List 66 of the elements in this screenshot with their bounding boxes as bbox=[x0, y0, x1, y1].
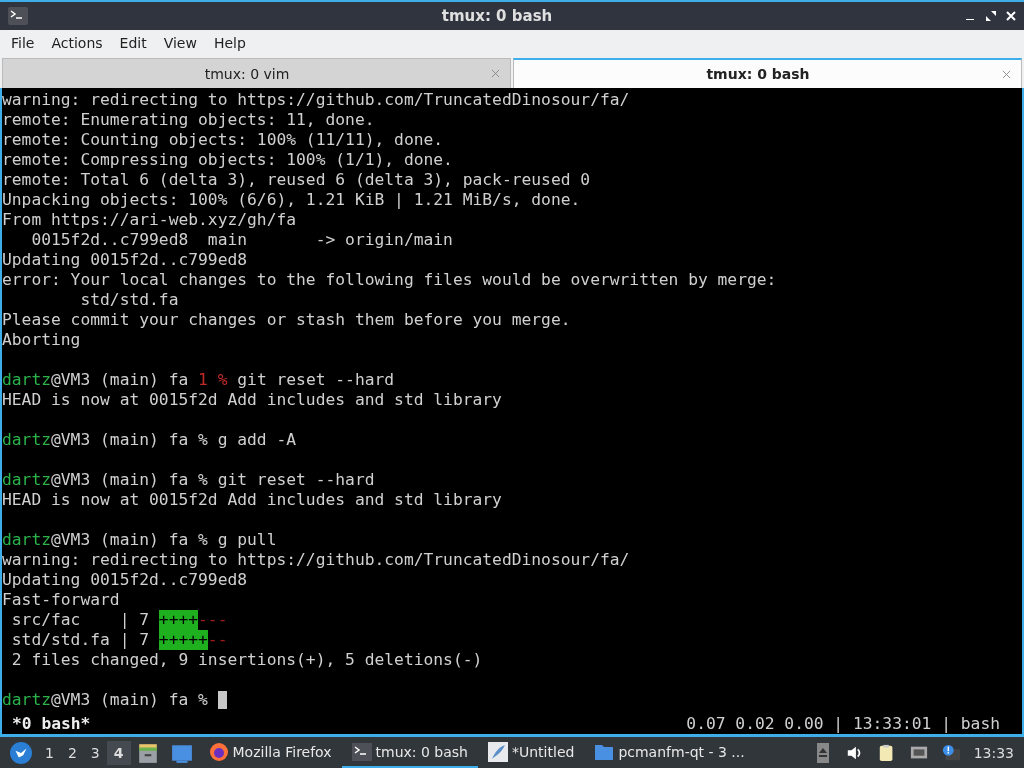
notification-icon[interactable] bbox=[941, 742, 960, 763]
terminal-text: remote: Counting objects: 100% (11/11), done. bbox=[2, 130, 444, 150]
text-cursor bbox=[217, 691, 227, 709]
terminal-text: Unpacking objects: 100% (6/6), 1.21 KiB | 1.21 MiB/s, done. bbox=[2, 190, 581, 210]
tmux-status-info: 0.07 0.02 0.00 | 13:33:01 | bash bbox=[686, 714, 1000, 734]
terminal-text: dartz bbox=[2, 690, 51, 710]
menu-item[interactable]: Help bbox=[206, 33, 253, 53]
terminal-text: remote: Total 6 (delta 3), reused 6 (delta 3), pack-reused 0 bbox=[2, 170, 591, 190]
tab[interactable]: tmux: 0 bash bbox=[513, 58, 1022, 88]
terminal-text: Updating 0015f2d..c799ed8 bbox=[2, 570, 248, 590]
window-title: tmux: 0 bash bbox=[440, 7, 554, 25]
terminal-text: HEAD is now at 0015f2d Add includes and std library bbox=[2, 390, 502, 410]
terminal-text: dartz bbox=[2, 430, 51, 450]
terminal-text: 0015f2d..c799ed8 main -> origin/main bbox=[30, 230, 453, 250]
tab[interactable]: tmux: 0 vim bbox=[2, 58, 511, 88]
terminal-icon bbox=[8, 7, 28, 25]
workspace-button[interactable]: 4 bbox=[106, 740, 131, 765]
terminal-text: @VM3 (main) fa % git reset --hard bbox=[51, 470, 375, 490]
terminal-text: --- bbox=[198, 610, 228, 630]
menu-item[interactable]: File bbox=[4, 33, 42, 53]
quill-icon bbox=[488, 741, 508, 762]
terminal-text: std/std.fa | 7 bbox=[10, 630, 151, 650]
terminal-text: @VM3 (main) fa bbox=[51, 370, 190, 390]
terminal-text: HEAD is now at 0015f2d Add includes and std library bbox=[2, 490, 502, 510]
menu-item[interactable]: View bbox=[156, 33, 204, 53]
file-cabinet-icon[interactable] bbox=[136, 741, 159, 764]
terminal-text: error: Your local changes to the following files would be overwritten by merge: bbox=[2, 270, 777, 290]
terminal-text: From https://ari-web.xyz/gh/fa bbox=[2, 210, 297, 230]
terminal-text: ++++ bbox=[158, 610, 199, 630]
workspace-button[interactable]: 1 bbox=[38, 740, 61, 765]
terminal-text: @VM3 (main) fa % bbox=[51, 690, 208, 710]
terminal-text: Please commit your changes or stash them before you merge. bbox=[2, 310, 571, 330]
terminal-text: warning: redirecting to https://github.com/TruncatedDinosour/fa/ bbox=[2, 90, 630, 110]
terminal-text: @VM3 (main) fa % g add -A bbox=[51, 430, 297, 450]
taskbar-task[interactable]: *Untitled bbox=[478, 737, 585, 768]
tmux-window-label: *0 bash* bbox=[12, 714, 91, 734]
terminal-text: -- bbox=[207, 630, 228, 650]
menu-item[interactable]: Edit bbox=[112, 33, 154, 53]
terminal-text: 1 % bbox=[198, 370, 228, 390]
terminal-text: 2 files changed, 9 insertions(+), 5 deletions(-) bbox=[10, 650, 483, 670]
terminal-text: remote: Enumerating objects: 11, done. bbox=[2, 110, 375, 130]
taskbar-task[interactable]: pcmanfm-qt - 3 ... bbox=[584, 737, 755, 768]
terminal-text: Fast-forward bbox=[2, 590, 120, 610]
menu-item[interactable]: Actions bbox=[44, 33, 110, 53]
terminal-text: dartz bbox=[2, 370, 51, 390]
maximize-icon[interactable] bbox=[986, 11, 996, 21]
taskbar-task[interactable]: Mozilla Firefox bbox=[198, 737, 342, 768]
terminal-text: Updating 0015f2d..c799ed8 bbox=[2, 250, 248, 270]
workspace-button[interactable]: 2 bbox=[60, 740, 84, 765]
terminal-text: dartz bbox=[2, 530, 51, 550]
close-icon[interactable] bbox=[1006, 11, 1016, 21]
workspace-button[interactable]: 3 bbox=[83, 740, 107, 765]
terminal-text: remote: Compressing objects: 100% (1/1), done. bbox=[2, 150, 453, 170]
terminal-icon bbox=[351, 741, 372, 762]
terminal-text: git reset --hard bbox=[236, 370, 395, 390]
terminal-text: dartz bbox=[2, 470, 51, 490]
terminal-text: warning: redirecting to https://github.com/TruncatedDinosour/fa/ bbox=[2, 550, 630, 570]
taskbar-task[interactable]: tmux: 0 bash bbox=[341, 737, 478, 768]
terminal-text: Aborting bbox=[2, 330, 81, 350]
clock[interactable]: 13:33 bbox=[973, 744, 1014, 761]
terminal-text: src/fac | 7 bbox=[10, 610, 151, 630]
start-menu-icon[interactable] bbox=[10, 741, 32, 764]
terminal-text: std/std.fa bbox=[79, 290, 179, 310]
terminal-text: +++++ bbox=[158, 630, 208, 650]
terminal-text: @VM3 (main) fa % g pull bbox=[51, 530, 277, 550]
close-tab-icon[interactable] bbox=[1002, 69, 1011, 79]
